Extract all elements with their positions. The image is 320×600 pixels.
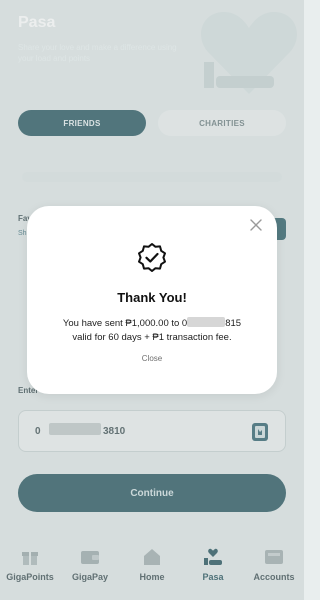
dialog-message-part1: You have sent ₱1,000.00 to 0 xyxy=(62,318,188,329)
dialog-message: You have sent ₱1,000.00 to 0 815 valid fo… xyxy=(27,317,277,345)
dialog-title: Thank You! xyxy=(117,290,187,305)
masked-recipient-number xyxy=(187,317,226,327)
dialog-message-part2: 815 xyxy=(225,318,242,329)
dialog-message-line2: valid for 60 days + ₱1 transaction fee. xyxy=(72,332,232,343)
close-icon[interactable] xyxy=(247,216,265,234)
verified-check-icon xyxy=(138,243,166,272)
close-button[interactable]: Close xyxy=(27,354,277,363)
thank-you-dialog: Thank You! You have sent ₱1,000.00 to 0 8… xyxy=(27,206,277,394)
